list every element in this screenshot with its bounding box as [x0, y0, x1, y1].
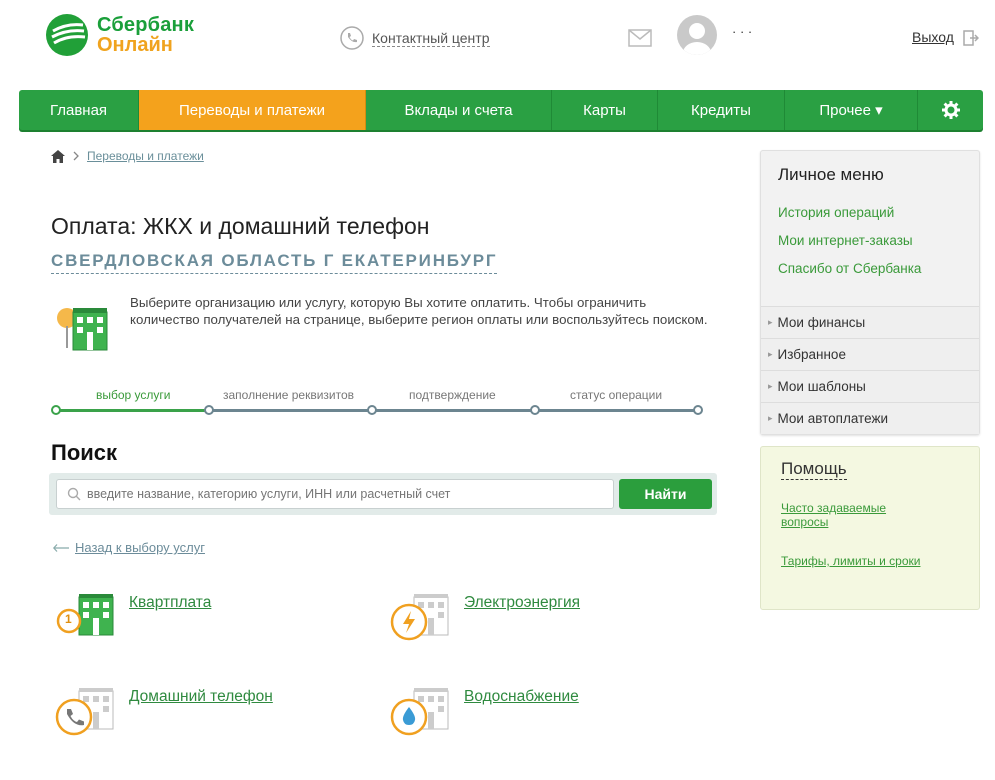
- service-home-phone[interactable]: Домашний телефон: [55, 688, 273, 746]
- logo-line-2: Онлайн: [97, 34, 173, 56]
- personal-link-history[interactable]: История операций: [778, 205, 894, 220]
- section-label: Мои автоплатежи: [777, 411, 889, 426]
- section-label: Мои шаблоны: [777, 379, 866, 394]
- username[interactable]: · · ·: [732, 24, 752, 39]
- home-phone-icon: [55, 688, 114, 736]
- water-drop-icon: [390, 688, 449, 736]
- personal-link-orders[interactable]: Мои интернет-заказы: [778, 233, 913, 248]
- sberbank-logo[interactable]: Сбербанк Онлайн: [45, 13, 194, 57]
- service-label[interactable]: Квартплата: [129, 594, 211, 652]
- user-silhouette-icon: [683, 23, 711, 55]
- nav-item-other[interactable]: Прочее ▾: [785, 90, 918, 130]
- breadcrumb-link-transfers[interactable]: Переводы и платежи: [87, 149, 204, 163]
- service-label[interactable]: Водоснабжение: [464, 688, 579, 746]
- phone-icon: [340, 26, 364, 50]
- back-to-services-link[interactable]: Назад к выбору услуг: [53, 540, 205, 555]
- electricity-icon: [390, 594, 449, 641]
- gear-icon: [941, 101, 960, 119]
- intro-text: Выберите организацию или услугу, которую…: [130, 295, 708, 327]
- step-dot: [51, 405, 61, 415]
- search-panel: Найти: [49, 473, 717, 515]
- section-label: Мои финансы: [777, 315, 866, 330]
- triangle-right-icon: ▸: [768, 413, 773, 423]
- logo-line-1: Сбербанк: [97, 14, 195, 36]
- page-title: Оплата: ЖКХ и домашний телефон: [51, 213, 430, 239]
- search-icon: [67, 487, 81, 501]
- section-label: Избранное: [777, 347, 846, 362]
- logout-icon[interactable]: [963, 30, 979, 46]
- mail-icon[interactable]: [628, 29, 652, 47]
- settings-button[interactable]: [918, 90, 983, 130]
- step-label: выбор услуги: [96, 388, 171, 402]
- nav-item-main[interactable]: Главная: [19, 90, 139, 130]
- search-input[interactable]: [87, 487, 607, 501]
- help-title[interactable]: Помощь: [781, 459, 847, 480]
- service-water[interactable]: Водоснабжение: [390, 688, 579, 746]
- help-panel: Помощь Часто задаваемые вопросы Тарифы, …: [760, 446, 980, 610]
- personal-menu-title: Личное меню: [778, 165, 884, 184]
- back-link-label[interactable]: Назад к выбору услуг: [75, 540, 205, 555]
- service-electricity[interactable]: Электроэнергия: [390, 594, 580, 652]
- main-nav: Главная Переводы и платежи Вклады и счет…: [19, 90, 983, 130]
- triangle-right-icon: ▸: [768, 317, 773, 327]
- step-remaining-line: [209, 409, 698, 412]
- nav-item-credits[interactable]: Кредиты: [658, 90, 785, 130]
- avatar[interactable]: [677, 15, 717, 55]
- nav-item-transfers[interactable]: Переводы и платежи: [139, 90, 366, 130]
- building-tree-icon: [57, 308, 108, 351]
- step-progress-line: [56, 409, 209, 412]
- logout-link[interactable]: Выход: [912, 29, 954, 45]
- service-rent[interactable]: 1 Квартплата: [55, 594, 211, 652]
- service-label[interactable]: Электроэнергия: [464, 594, 580, 652]
- triangle-right-icon: ▸: [768, 349, 773, 359]
- step-dot: [204, 405, 214, 415]
- nav-item-cards[interactable]: Карты: [552, 90, 658, 130]
- step-dot: [367, 405, 377, 415]
- personal-link-spasibo[interactable]: Спасибо от Сбербанка: [778, 261, 921, 276]
- personal-menu: Личное меню История операций Мои интерне…: [760, 150, 980, 435]
- personal-section-finances[interactable]: ▸ Мои финансы: [761, 306, 979, 338]
- progress-steps: выбор услуги заполнение реквизитов подтв…: [51, 388, 707, 418]
- home-icon[interactable]: [51, 149, 65, 163]
- step-dot: [693, 405, 703, 415]
- step-label: заполнение реквизитов: [223, 388, 355, 402]
- search-button[interactable]: Найти: [619, 479, 712, 509]
- step-label: статус операции: [570, 388, 663, 402]
- chevron-right-icon: [73, 151, 79, 161]
- triangle-right-icon: ▸: [768, 381, 773, 391]
- search-field[interactable]: [56, 479, 614, 509]
- help-link-tariffs[interactable]: Тарифы, лимиты и сроки: [781, 554, 921, 568]
- contact-center[interactable]: Контактный центр: [340, 26, 490, 50]
- step-dot: [530, 405, 540, 415]
- arrow-left-icon: [53, 543, 69, 552]
- region-selector[interactable]: СВЕРДЛОВСКАЯ ОБЛАСТЬ Г ЕКАТЕРИНБУРГ: [51, 251, 498, 274]
- help-link-faq[interactable]: Часто задаваемые вопросы: [781, 501, 921, 529]
- service-label[interactable]: Домашний телефон: [129, 688, 273, 746]
- contact-center-link[interactable]: Контактный центр: [372, 30, 490, 47]
- personal-section-autopayments[interactable]: ▸ Мои автоплатежи: [761, 402, 979, 434]
- rent-badge: 1: [65, 612, 72, 626]
- personal-section-favorites[interactable]: ▸ Избранное: [761, 338, 979, 370]
- step-label: подтверждение: [409, 388, 496, 402]
- personal-section-templates[interactable]: ▸ Мои шаблоны: [761, 370, 979, 402]
- nav-item-deposits[interactable]: Вклады и счета: [366, 90, 552, 130]
- search-title: Поиск: [51, 440, 118, 465]
- breadcrumb: Переводы и платежи: [51, 149, 204, 163]
- sberbank-logo-icon: [46, 14, 88, 56]
